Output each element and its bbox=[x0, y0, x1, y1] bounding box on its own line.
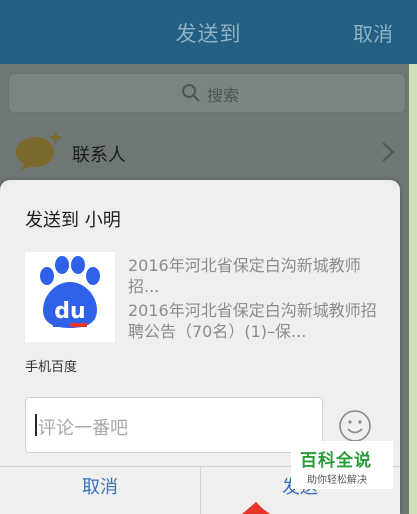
contacts-row[interactable]: 联系人 bbox=[0, 125, 417, 180]
watermark-title: 百科全说 bbox=[300, 451, 372, 471]
comment-placeholder: 评论一番吧 bbox=[38, 418, 128, 439]
chat-bubble-plus-icon bbox=[16, 132, 61, 171]
cancel-button[interactable]: 取消 bbox=[0, 467, 200, 514]
watermark-subtitle: 助你轻松解决 bbox=[307, 475, 367, 486]
red-arrow-icon bbox=[242, 502, 270, 514]
search-placeholder: 搜索 bbox=[207, 86, 240, 105]
article-description: 2016年河北省保定白沟新城教师招聘公告（70名）(1)–保... bbox=[128, 301, 377, 341]
article-title: 2016年河北省保定白沟新城教师招... bbox=[128, 256, 361, 296]
dialog-title: 发送到 小明 bbox=[25, 210, 121, 231]
svg-text:du: du bbox=[54, 299, 85, 324]
search-icon bbox=[182, 84, 200, 102]
text-cursor bbox=[35, 414, 37, 436]
source-app-label: 手机百度 bbox=[25, 360, 78, 375]
right-edge-stripe bbox=[409, 64, 417, 514]
comment-input[interactable]: 评论一番吧 bbox=[25, 397, 323, 453]
baidu-paw-logo: du bbox=[25, 252, 115, 342]
top-bar-cancel-button[interactable]: 取消 bbox=[353, 18, 393, 47]
watermark: 百科全说 助你轻松解决 bbox=[291, 441, 393, 489]
smiley-icon[interactable] bbox=[338, 409, 372, 443]
contacts-label: 联系人 bbox=[72, 145, 126, 166]
chevron-right-icon bbox=[382, 142, 395, 162]
top-bar: 发送到 取消 bbox=[0, 0, 417, 64]
search-box[interactable]: 搜索 bbox=[8, 73, 406, 113]
